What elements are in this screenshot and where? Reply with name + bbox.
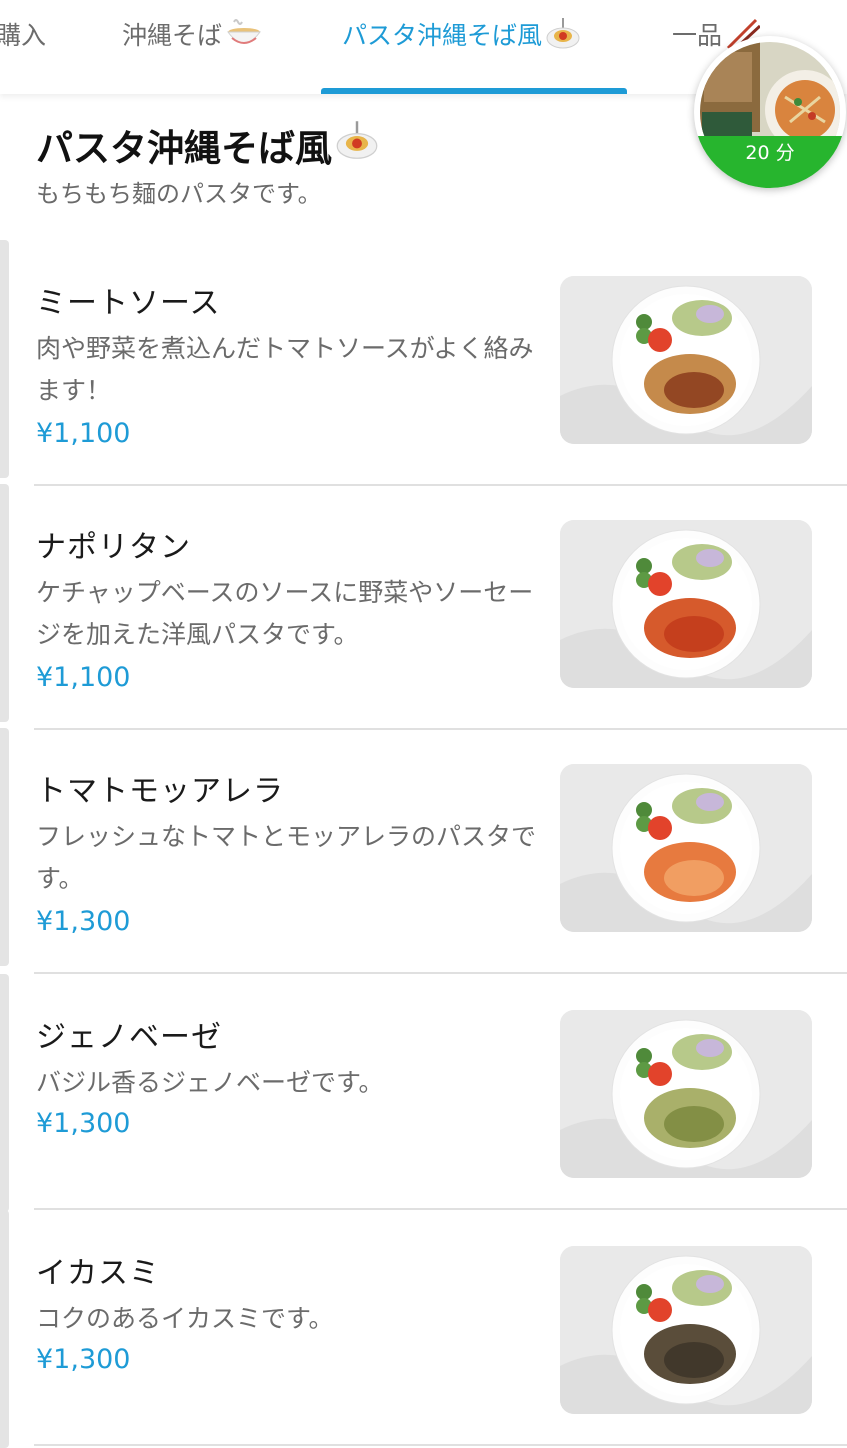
cart-time-badge[interactable]: 20 分 (694, 36, 846, 188)
item-name: ジェノベーゼ (36, 1020, 222, 1055)
item-accent-bar (0, 728, 9, 966)
item-description: コクのあるイカスミです。 (36, 1304, 334, 1333)
item-name: トマトモッアレラ (36, 774, 284, 809)
tab-pasta-okinawa-soba-style[interactable]: パスタ沖縄そば風 (342, 0, 580, 94)
menu-item[interactable]: ジェノベーゼ バジル香るジェノベーゼです。 ¥1,300 (0, 974, 847, 1218)
tab-purchase[interactable]: 購入 (0, 0, 46, 94)
noodle-bowl-icon (226, 18, 262, 54)
item-price: ¥1,300 (36, 1344, 131, 1375)
section-title: パスタ沖縄そば風 (36, 118, 378, 172)
item-photo (560, 520, 812, 688)
item-divider (34, 1444, 847, 1446)
item-price: ¥1,300 (36, 906, 131, 937)
section-subtitle: もちもち麺のパスタです。 (36, 180, 322, 208)
item-description: バジル香るジェノベーゼです。 (36, 1068, 384, 1097)
tab-label: 沖縄そば (122, 21, 223, 50)
item-accent-bar (0, 974, 9, 1212)
item-price: ¥1,300 (36, 1108, 131, 1139)
active-tab-indicator (321, 88, 627, 94)
section-title-text: パスタ沖縄そば風 (36, 127, 332, 170)
item-description: ケチャップベースのソースに野菜やソーセージを加えた洋風パスタです。 (36, 578, 534, 649)
spaghetti-icon (546, 18, 580, 54)
menu-item[interactable]: ミートソース 肉や野菜を煮込んだトマトソースがよく絡みます！ ¥1,100 (0, 240, 847, 486)
tab-okinawa-soba[interactable]: 沖縄そば (122, 0, 262, 94)
menu-item[interactable]: トマトモッアレラ フレッシュなトマトとモッアレラのパスタです。 ¥1,300 (0, 728, 847, 974)
item-accent-bar (0, 1210, 9, 1448)
item-photo (560, 276, 812, 444)
item-accent-bar (0, 240, 9, 478)
spaghetti-icon (336, 120, 378, 170)
item-description: 肉や野菜を煮込んだトマトソースがよく絡みます！ (36, 334, 534, 405)
item-name: ミートソース (36, 286, 221, 321)
tab-label: 一品 (672, 21, 723, 50)
item-photo (560, 1246, 812, 1414)
preparation-time-label: 20 分 (694, 136, 846, 188)
item-price: ¥1,100 (36, 662, 131, 693)
tab-label: 購入 (0, 21, 47, 50)
menu-item[interactable]: イカスミ コクのあるイカスミです。 ¥1,300 (0, 1210, 847, 1448)
item-name: ナポリタン (36, 530, 191, 565)
item-price: ¥1,100 (36, 418, 131, 449)
item-accent-bar (0, 484, 9, 722)
item-photo (560, 764, 812, 932)
item-photo (560, 1010, 812, 1178)
item-name: イカスミ (36, 1256, 160, 1291)
menu-item[interactable]: ナポリタン ケチャップベースのソースに野菜やソーセージを加えた洋風パスタです。 … (0, 484, 847, 730)
item-description: フレッシュなトマトとモッアレラのパスタです。 (36, 822, 537, 893)
tab-label: パスタ沖縄そば風 (342, 21, 543, 50)
